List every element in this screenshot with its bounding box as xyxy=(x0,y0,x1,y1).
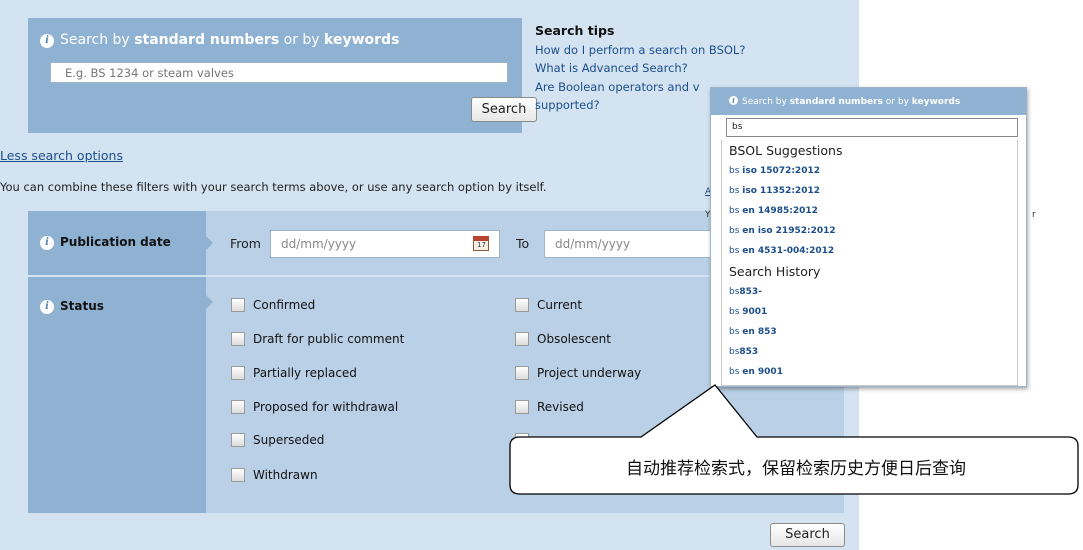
checkbox-partially-replaced[interactable]: Partially replaced xyxy=(231,366,357,380)
checkbox-superseded[interactable]: Superseded xyxy=(231,433,324,447)
autocomplete-list: BSOL Suggestions bs iso 15072:2012 bs is… xyxy=(721,140,1018,386)
checkbox-icon[interactable] xyxy=(515,433,529,447)
tip-link[interactable]: What is Advanced Search? xyxy=(535,59,795,78)
from-label: From xyxy=(230,236,261,251)
checkbox-partial[interactable] xyxy=(515,433,537,447)
history-item[interactable]: bs en 9001 xyxy=(729,362,1017,382)
search-input[interactable] xyxy=(50,62,508,83)
date-from-input[interactable]: dd/mm/yyyy xyxy=(270,230,500,258)
checkbox-withdrawn[interactable]: Withdrawn xyxy=(231,468,318,482)
search-heading: i Search by standard numbers or by keywor… xyxy=(40,32,399,48)
suggestion-item[interactable]: bs iso 11352:2012 xyxy=(729,181,1017,201)
checkbox-icon[interactable] xyxy=(515,298,529,312)
checkbox-confirmed[interactable]: Confirmed xyxy=(231,298,315,312)
checkbox-icon[interactable] xyxy=(231,433,245,447)
autocomplete-heading: i Search by standard numbers or by keywor… xyxy=(711,88,1026,115)
suggestion-item[interactable]: bs en 14985:2012 xyxy=(729,201,1017,221)
checkbox-icon[interactable] xyxy=(231,468,245,482)
suggestion-item[interactable]: bs en iso 21952:2012 xyxy=(729,221,1017,241)
filters-search-button[interactable]: Search xyxy=(770,523,845,547)
autocomplete-input[interactable]: bs xyxy=(726,118,1018,137)
checkbox-obsolescent[interactable]: Obsolescent xyxy=(515,332,611,346)
search-box: i Search by standard numbers or by keywor… xyxy=(28,18,537,133)
checkbox-draft[interactable]: Draft for public comment xyxy=(231,332,404,346)
info-icon[interactable]: i xyxy=(40,236,54,250)
info-icon[interactable]: i xyxy=(40,34,54,48)
date-to-input[interactable]: dd/mm/yyyy xyxy=(544,230,724,258)
to-label: To xyxy=(516,236,530,251)
background-text-fragment: r xyxy=(1032,210,1036,220)
checkbox-project-underway[interactable]: Project underway xyxy=(515,366,641,380)
checkbox-icon[interactable] xyxy=(515,366,529,380)
filters-help-text: You can combine these filters with your … xyxy=(0,180,547,194)
publication-date-label: i Publication date xyxy=(40,235,171,250)
checkbox-icon[interactable] xyxy=(231,366,245,380)
checkbox-icon[interactable] xyxy=(231,400,245,414)
search-tips-title: Search tips xyxy=(535,23,615,38)
suggestions-heading: BSOL Suggestions xyxy=(729,143,843,158)
suggestion-item[interactable]: bs iso 15072:2012 xyxy=(729,161,1017,181)
checkbox-icon[interactable] xyxy=(231,332,245,346)
history-item[interactable]: bs853- xyxy=(729,282,1017,302)
info-icon[interactable]: i xyxy=(40,300,54,314)
checkbox-proposed-withdrawal[interactable]: Proposed for withdrawal xyxy=(231,400,398,414)
suggestion-item[interactable]: bs en 4531-004:2012 xyxy=(729,241,1017,261)
checkbox-icon[interactable] xyxy=(231,298,245,312)
autocomplete-popup: i Search by standard numbers or by keywor… xyxy=(710,87,1027,387)
less-search-options-link[interactable]: Less search options xyxy=(0,148,123,163)
checkbox-icon[interactable] xyxy=(515,332,529,346)
search-button[interactable]: Search xyxy=(471,97,537,122)
history-heading: Search History xyxy=(729,264,821,279)
callout-text: 自动推荐检索式，保留检索历史方便日后查询 xyxy=(626,459,966,479)
calendar-icon[interactable]: 17 xyxy=(473,236,489,251)
checkbox-icon[interactable] xyxy=(515,400,529,414)
info-icon: i xyxy=(729,96,738,105)
status-label: i Status xyxy=(40,299,104,314)
checkbox-current[interactable]: Current xyxy=(515,298,582,312)
tip-link[interactable]: How do I perform a search on BSOL? xyxy=(535,41,795,60)
history-item[interactable]: bs 9001 xyxy=(729,302,1017,322)
checkbox-revised[interactable]: Revised xyxy=(515,400,584,414)
history-item[interactable]: bs853 xyxy=(729,342,1017,362)
history-item[interactable]: bs en 853 xyxy=(729,322,1017,342)
